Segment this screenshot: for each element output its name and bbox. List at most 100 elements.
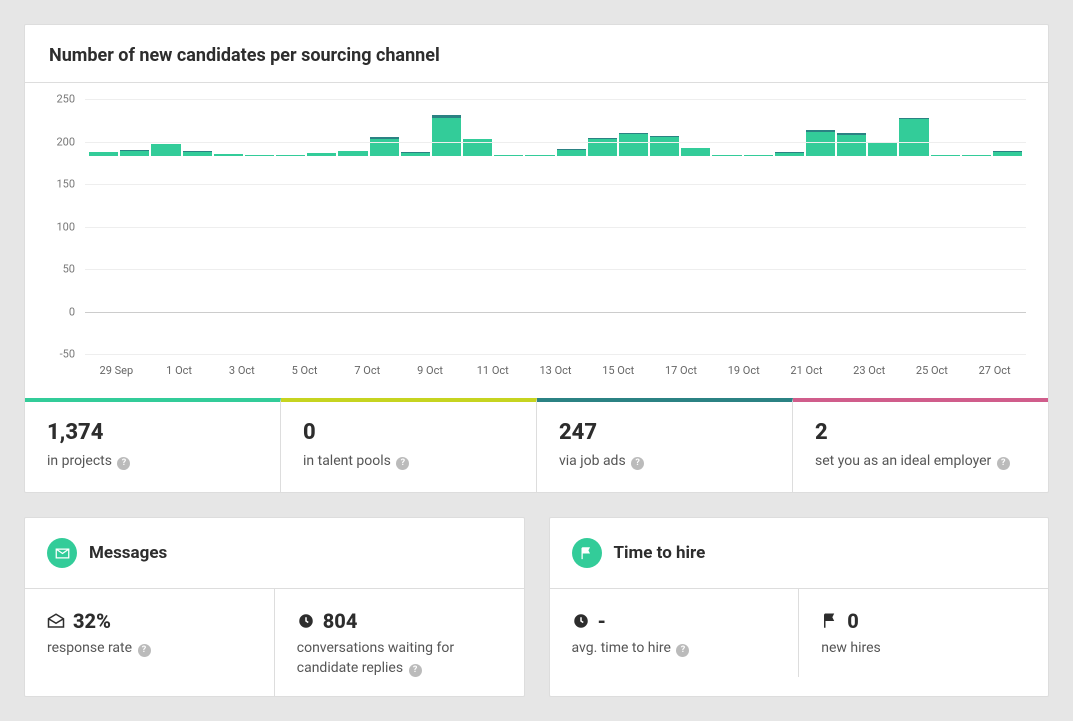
bar-segment-projects: [899, 119, 928, 156]
y-tick: 250: [56, 93, 75, 106]
bar[interactable]: [214, 99, 243, 312]
x-axis: 29 Sep1 Oct3 Oct5 Oct7 Oct9 Oct11 Oct13 …: [85, 364, 1026, 384]
flag-icon: [821, 612, 839, 630]
bar[interactable]: [837, 99, 866, 312]
x-tick: 19 Oct: [712, 364, 775, 384]
bar-segment-projects: [744, 155, 773, 156]
bar[interactable]: [89, 99, 118, 312]
stat-ideal-employer[interactable]: 2 set you as an ideal employer ?: [793, 398, 1048, 492]
x-tick: 25 Oct: [901, 364, 964, 384]
help-icon[interactable]: ?: [117, 457, 130, 470]
stat-projects[interactable]: 1,374 in projects ?: [25, 398, 281, 492]
stat-label: set you as an ideal employer ?: [815, 453, 1026, 470]
x-tick: 11 Oct: [461, 364, 524, 384]
bar-segment-projects: [931, 155, 960, 156]
bar[interactable]: [899, 99, 928, 312]
bar[interactable]: [868, 99, 897, 312]
help-icon[interactable]: ?: [676, 644, 689, 657]
gridline: [85, 184, 1026, 185]
help-icon[interactable]: ?: [631, 457, 644, 470]
bar[interactable]: [806, 99, 835, 312]
bar[interactable]: [993, 99, 1022, 312]
bar-segment-projects: [307, 153, 336, 156]
bar[interactable]: [525, 99, 554, 312]
x-tick: 15 Oct: [587, 364, 650, 384]
metric-value: 32%: [47, 609, 252, 633]
bar[interactable]: [588, 99, 617, 312]
stat-row: 1,374 in projects ? 0 in talent pools ? …: [25, 398, 1048, 492]
help-icon[interactable]: ?: [409, 664, 422, 677]
bar-container: [85, 99, 1026, 312]
bar-segment-projects: [183, 152, 212, 156]
bar[interactable]: [962, 99, 991, 312]
new-hires-cell[interactable]: 0 new hires: [799, 589, 1048, 677]
bar[interactable]: [401, 99, 430, 312]
avg-time-to-hire-cell[interactable]: - avg. time to hire ?: [550, 589, 800, 677]
bar[interactable]: [650, 99, 679, 312]
bar-segment-projects: [214, 154, 243, 156]
bar[interactable]: [681, 99, 710, 312]
x-tick: 17 Oct: [650, 364, 713, 384]
bar[interactable]: [432, 99, 461, 312]
metric-value: -: [572, 609, 777, 633]
bar[interactable]: [744, 99, 773, 312]
x-tick: 3 Oct: [210, 364, 273, 384]
stat-job-ads[interactable]: 247 via job ads ?: [537, 398, 793, 492]
bar-segment-projects: [775, 153, 804, 156]
gridline: [85, 227, 1026, 228]
stat-value: 0: [303, 420, 514, 445]
conversations-waiting-cell[interactable]: 804 conversations waiting for candidate …: [275, 589, 524, 696]
x-tick: 9 Oct: [399, 364, 462, 384]
y-tick: -50: [60, 348, 75, 361]
bar[interactable]: [494, 99, 523, 312]
bar-segment-projects: [619, 134, 648, 156]
x-tick: 29 Sep: [85, 364, 148, 384]
time-to-hire-header: Time to hire: [550, 518, 1049, 589]
mail-open-icon: [47, 612, 65, 630]
stat-value: 2: [815, 420, 1026, 445]
bar[interactable]: [120, 99, 149, 312]
bar[interactable]: [183, 99, 212, 312]
clock-icon: [297, 612, 315, 630]
y-tick: 150: [56, 178, 75, 191]
bar[interactable]: [370, 99, 399, 312]
bar[interactable]: [712, 99, 741, 312]
metric-label: avg. time to hire ?: [572, 639, 777, 659]
bar[interactable]: [775, 99, 804, 312]
gridline: [85, 99, 1026, 100]
bar[interactable]: [463, 99, 492, 312]
messages-title: Messages: [89, 543, 167, 563]
bar[interactable]: [307, 99, 336, 312]
y-tick: 0: [69, 305, 75, 318]
help-icon[interactable]: ?: [396, 457, 409, 470]
bar-segment-projects: [89, 152, 118, 156]
gridline: [85, 354, 1026, 355]
bar-segment-projects: [557, 150, 586, 156]
gridline: [85, 269, 1026, 270]
bar-segment-projects: [338, 151, 367, 156]
stat-talent-pools[interactable]: 0 in talent pools ?: [281, 398, 537, 492]
bar[interactable]: [245, 99, 274, 312]
x-tick: 27 Oct: [963, 364, 1026, 384]
bar[interactable]: [276, 99, 305, 312]
bar-segment-projects: [494, 155, 523, 156]
messages-panel: Messages 32% response rate ? 804 convers…: [24, 517, 525, 697]
y-tick: 200: [56, 135, 75, 148]
chart-title: Number of new candidates per sourcing ch…: [25, 25, 1048, 83]
stat-value: 1,374: [47, 420, 258, 445]
stat-label: in projects ?: [47, 453, 258, 470]
bar[interactable]: [619, 99, 648, 312]
response-rate-cell[interactable]: 32% response rate ?: [25, 589, 275, 696]
help-icon[interactable]: ?: [138, 644, 151, 657]
bar-segment-projects: [525, 155, 554, 156]
metric-value: 0: [821, 609, 1026, 633]
metric-label: conversations waiting for candidate repl…: [297, 639, 502, 678]
bar[interactable]: [338, 99, 367, 312]
x-tick: 7 Oct: [336, 364, 399, 384]
bar-segment-projects: [681, 148, 710, 156]
help-icon[interactable]: ?: [997, 457, 1010, 470]
bar-segment-projects: [650, 137, 679, 156]
bar[interactable]: [151, 99, 180, 312]
bar[interactable]: [931, 99, 960, 312]
bar[interactable]: [557, 99, 586, 312]
